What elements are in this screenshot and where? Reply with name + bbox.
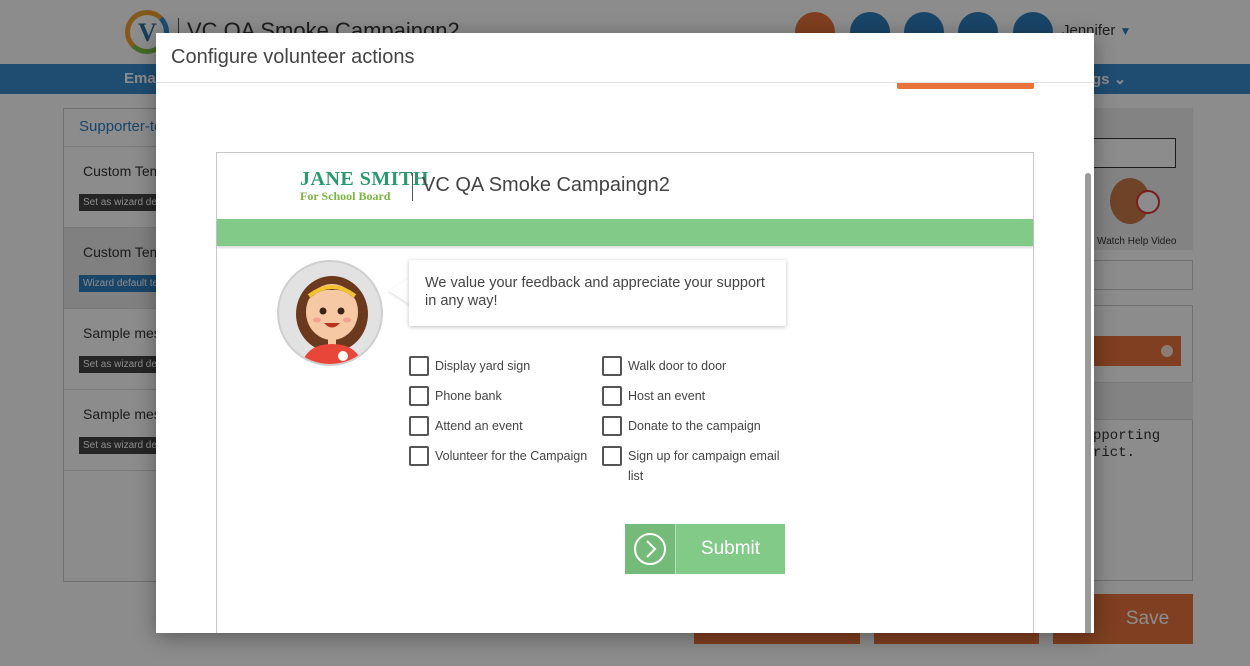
accent-bar	[217, 219, 1033, 246]
list-item: Phone bank	[409, 386, 599, 416]
checkbox[interactable]	[409, 446, 429, 466]
checkbox-label[interactable]: Sign up for campaign email list	[628, 446, 792, 486]
submit-button[interactable]: Submit	[625, 524, 785, 574]
volunteer-actions-col-2: Walk door to door Host an event Donate t…	[602, 356, 792, 486]
checkbox[interactable]	[409, 416, 429, 436]
modal-body: JANE SMITH For School Board VC QA Smoke …	[156, 83, 1094, 633]
list-item: Attend an event	[409, 416, 599, 446]
volunteer-actions-modal: Configure volunteer actions JANE SMITH F…	[156, 33, 1094, 633]
submit-label: Submit	[700, 538, 761, 559]
campaign-title: VC QA Smoke Campaingn2	[422, 174, 670, 196]
list-item: Host an event	[602, 386, 792, 416]
checkbox-label[interactable]: Display yard sign	[435, 356, 530, 376]
checkbox-label[interactable]: Volunteer for the Campaign	[435, 446, 587, 466]
avatar	[277, 260, 383, 366]
list-item: Sign up for campaign email list	[602, 446, 792, 486]
speech-bubble-tail	[389, 277, 411, 305]
list-item: Display yard sign	[409, 356, 599, 386]
checkbox[interactable]	[602, 386, 622, 406]
list-item: Volunteer for the Campaign	[409, 446, 599, 476]
campaign-logo: JANE SMITH For School Board	[300, 168, 429, 203]
checkbox-label[interactable]: Attend an event	[435, 416, 523, 436]
list-item: Walk door to door	[602, 356, 792, 386]
chevron-right-icon	[625, 524, 675, 574]
checkbox[interactable]	[602, 446, 622, 466]
checkbox-label[interactable]: Donate to the campaign	[628, 416, 761, 436]
checkbox-label[interactable]: Host an event	[628, 386, 705, 406]
hidden-button[interactable]	[897, 83, 1034, 89]
list-item: Donate to the campaign	[602, 416, 792, 446]
checkbox-label[interactable]: Phone bank	[435, 386, 502, 406]
checkbox-label[interactable]: Walk door to door	[628, 356, 726, 376]
header-divider	[412, 173, 413, 201]
scrollbar[interactable]	[1085, 173, 1091, 633]
modal-title: Configure volunteer actions	[156, 33, 1094, 83]
preview-header: JANE SMITH For School Board VC QA Smoke …	[217, 153, 1033, 219]
volunteer-form-preview: JANE SMITH For School Board VC QA Smoke …	[216, 152, 1034, 633]
checkbox[interactable]	[409, 386, 429, 406]
checkbox[interactable]	[602, 416, 622, 436]
volunteer-actions-col-1: Display yard sign Phone bank Attend an e…	[409, 356, 599, 476]
checkbox[interactable]	[409, 356, 429, 376]
speech-bubble: We value your feedback and appreciate yo…	[409, 260, 786, 326]
checkbox[interactable]	[602, 356, 622, 376]
